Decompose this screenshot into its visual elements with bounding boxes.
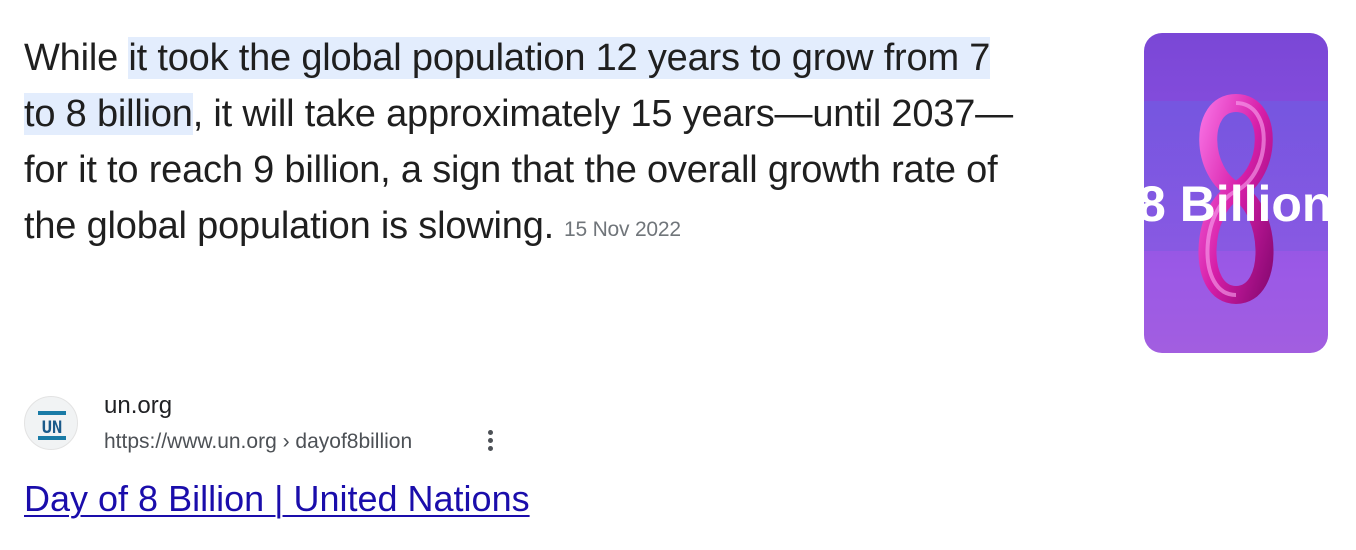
snippet-highlight-part2: to 8 billion (24, 93, 193, 135)
eight-billion-logo-image: 8 Billion (1144, 94, 1328, 304)
site-name[interactable]: un.org (104, 392, 172, 420)
site-url[interactable]: https://www.un.org › dayof8billion (104, 430, 412, 454)
snippet-text-continuation: , it will take approximately 15 years—un… (192, 93, 1013, 135)
snippet-text: While it took the global population 12 y… (24, 30, 1104, 258)
snippet-date: 15 Nov 2022 (563, 218, 681, 241)
favicon-text: UN (42, 418, 62, 438)
result-title-link[interactable]: Day of 8 Billion | United Nations (24, 478, 530, 520)
snippet-text-lead: While (24, 37, 129, 79)
featured-snippet: While it took the global population 12 y… (0, 0, 1356, 550)
snippet-highlight-part1: it took the global population 12 years t… (128, 37, 991, 79)
thumbnail-caption: 8 Billion (1144, 176, 1328, 232)
snippet-text-line4: the global population is slowing. (24, 205, 554, 247)
snippet-thumbnail[interactable]: 8 Billion (1144, 33, 1328, 353)
more-vertical-icon[interactable] (478, 428, 502, 458)
un-favicon-icon: UN (24, 396, 78, 450)
snippet-text-line3: for it to reach 9 billion, a sign that t… (24, 149, 998, 191)
